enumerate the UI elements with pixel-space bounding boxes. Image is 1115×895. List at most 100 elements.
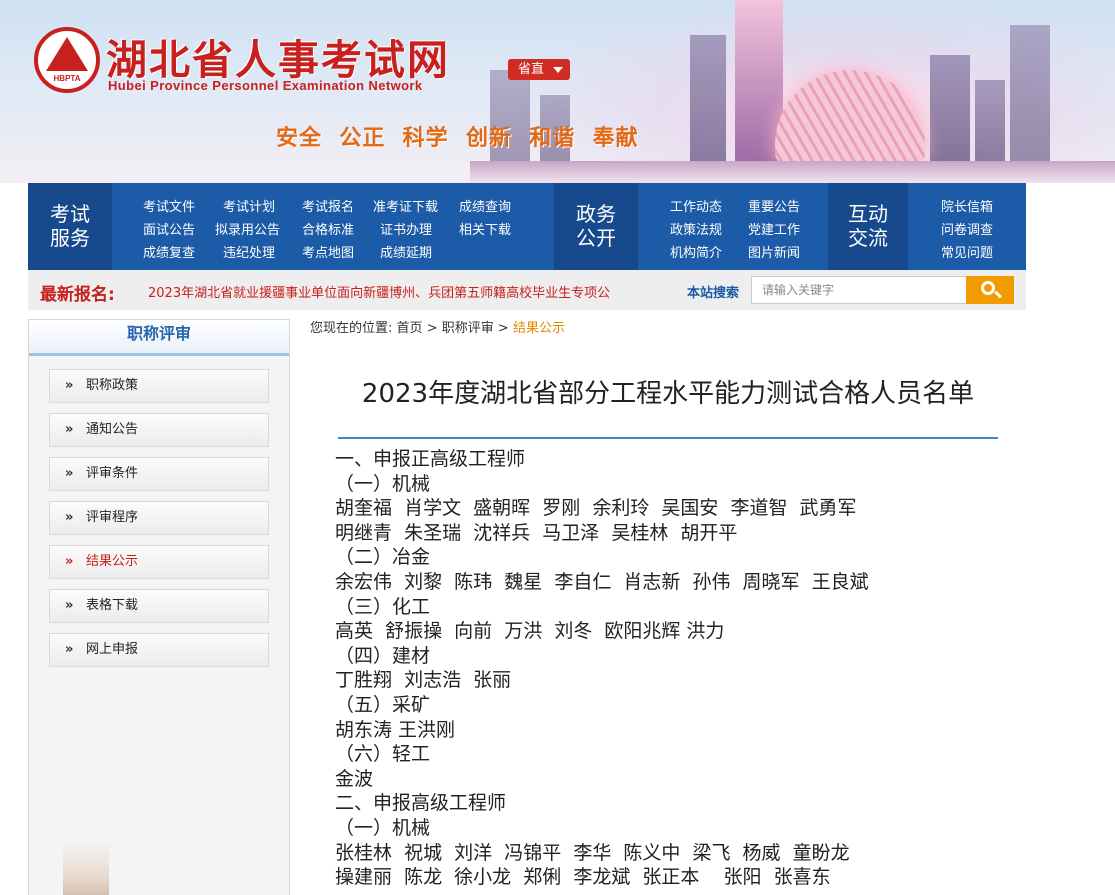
nav-heading-line: 服务 [50,226,90,250]
double-chevron-icon: » [65,422,74,437]
article-name-list: 高英 舒振操 向前 万洪 刘冬 欧阳兆辉 洪力 [335,620,725,643]
article-category: （五）采矿 [335,693,431,716]
nav-link[interactable]: 考试报名 [302,196,354,215]
sidebar-item-label: 评审程序 [86,510,139,525]
double-chevron-icon: » [65,510,74,525]
nav-link[interactable]: 政策法规 [670,219,722,238]
nav-link[interactable]: 相关下载 [459,219,511,238]
nav-link[interactable]: 考试计划 [223,196,275,215]
nav-heading-line: 交流 [848,226,888,250]
banner-building [975,80,1005,165]
double-chevron-icon: » [65,642,74,657]
breadcrumb-separator: > [426,321,438,336]
banner-building [930,55,970,165]
breadcrumb: 您现在的位置: 首页 > 职称评审 > 结果公示 [310,317,565,336]
nav-link[interactable]: 面试公告 [143,219,195,238]
main-nav: 考试 服务 考试文件 考试计划 考试报名 准考证下载 成绩查询 面试公告 拟录用… [28,183,1026,270]
site-subtitle: Hubei Province Personnel Examination Net… [108,78,423,93]
breadcrumb-link-section[interactable]: 职称评审 [442,321,494,336]
nav-link[interactable]: 考试文件 [143,196,195,215]
article-category: （一）机械 [335,816,431,839]
article-category: （三）化工 [335,595,431,618]
ticker-label: 最新报名: [40,285,115,305]
breadcrumb-current[interactable]: 结果公示 [513,321,565,336]
banner-building [1010,25,1050,165]
sidebar-item-procedure[interactable]: » 评审程序 [49,501,269,535]
sidebar-item-results[interactable]: » 结果公示 [49,545,269,579]
sidebar-item-label: 通知公告 [86,422,139,437]
nav-heading-interaction: 互动 交流 [828,183,908,270]
article-category: （六）轻工 [335,743,431,766]
article-name-list: 胡奎福 肖学文 盛朝晖 罗刚 余利玲 吴国安 李道智 武勇军 [335,497,857,520]
article-section-heading: 一、申报正高级工程师 [335,448,526,470]
nav-link[interactable]: 考点地图 [302,242,354,261]
sidebar-item-forms[interactable]: » 表格下载 [49,589,269,623]
nav-link[interactable]: 成绩查询 [459,196,511,215]
double-chevron-icon: » [65,598,74,613]
nav-heading-gov-affairs: 政务 公开 [554,183,638,270]
nav-link[interactable]: 合格标准 [302,219,354,238]
region-dropdown[interactable]: 省直 [508,59,570,80]
article-name-list: 操建丽 陈龙 徐小龙 郑俐 李龙斌 张正本 张阳 张喜东 [335,866,831,889]
nav-link[interactable]: 问卷调查 [941,219,993,238]
logo-icon[interactable]: HBPTA [34,27,100,93]
nav-link[interactable]: 成绩复查 [143,242,195,261]
nav-link[interactable]: 图片新闻 [748,242,800,261]
breadcrumb-link-home[interactable]: 首页 [397,321,423,336]
sidebar-item-conditions[interactable]: » 评审条件 [49,457,269,491]
nav-link[interactable]: 拟录用公告 [215,219,280,238]
news-ticker-bar: 最新报名: 2023年湖北省就业援疆事业单位面向新疆博州、兵团第五师籍高校毕业生… [28,270,1026,310]
site-title[interactable]: 湖北省人事考试网 [106,26,450,86]
nav-heading-line: 考试 [50,202,90,226]
double-chevron-icon: » [65,554,74,569]
article-name-list: 丁胜翔 刘志浩 张丽 [335,669,512,692]
sidebar: 职称评审 » 职称政策 » 通知公告 » 评审条件 » 评审程序 » 结果公示 … [28,319,290,895]
article-category: （一）机械 [335,472,431,495]
search-input[interactable] [751,276,967,304]
sidebar-item-label: 评审条件 [86,466,139,481]
nav-link[interactable]: 院长信箱 [941,196,993,215]
sidebar-item-label: 职称政策 [86,378,139,393]
logo-text: HBPTA [53,74,81,83]
nav-link[interactable]: 重要公告 [748,196,800,215]
nav-link[interactable]: 工作动态 [670,196,722,215]
article-name-list: 张桂林 祝城 刘洋 冯锦平 李华 陈义中 梁飞 杨威 童盼龙 [335,841,850,864]
search-icon [981,281,995,295]
title-divider [338,437,998,439]
sidebar-item-online-apply[interactable]: » 网上申报 [49,633,269,667]
double-chevron-icon: » [65,466,74,481]
breadcrumb-separator: > [497,321,509,336]
search-button[interactable] [966,276,1014,304]
caret-down-icon [553,67,563,73]
sidebar-decoration [63,842,109,895]
double-chevron-icon: » [65,378,74,393]
banner-building [690,35,726,165]
nav-link[interactable]: 党建工作 [748,219,800,238]
nav-heading-line: 政务 [576,202,616,226]
article-title: 2023年度湖北省部分工程水平能力测试合格人员名单 [361,379,975,409]
nav-link[interactable]: 成绩延期 [380,242,432,261]
sidebar-item-label: 表格下载 [86,598,139,613]
sidebar-title: 职称评审 [29,320,289,356]
sidebar-item-policy[interactable]: » 职称政策 [49,369,269,403]
nav-heading-line: 公开 [576,226,616,250]
article-body: 一、申报正高级工程师 （一）机械 胡奎福 肖学文 盛朝晖 罗刚 余利玲 吴国安 … [335,447,1015,890]
article-name-list: 金波 [335,767,374,790]
header-banner: HBPTA 湖北省人事考试网 Hubei Province Personnel … [0,0,1115,183]
sidebar-item-label: 结果公示 [86,554,139,569]
nav-link[interactable]: 常见问题 [941,242,993,261]
nav-link[interactable]: 准考证下载 [373,196,438,215]
sidebar-item-notices[interactable]: » 通知公告 [49,413,269,447]
article-name-list: 余宏伟 刘黎 陈玮 魏星 李自仁 肖志新 孙伟 周晓军 王良斌 [335,570,869,593]
search-label: 本站搜索 [687,286,740,301]
nav-link[interactable]: 违纪处理 [223,242,275,261]
article-name-list: 明继青 朱圣瑞 沈祥兵 马卫泽 吴桂林 胡开平 [335,521,738,544]
nav-link[interactable]: 机构简介 [670,242,722,261]
sidebar-item-label: 网上申报 [86,642,139,657]
slogan: 安全 公正 科学 创新 和谐 奉献 [276,126,639,151]
nav-link[interactable]: 证书办理 [380,219,432,238]
nav-heading-line: 互动 [848,202,888,226]
banner-water [470,161,1115,183]
ticker-link[interactable]: 2023年湖北省就业援疆事业单位面向新疆博州、兵团第五师籍高校毕业生专项公 [148,282,648,301]
breadcrumb-prefix: 您现在的位置: [310,321,393,336]
